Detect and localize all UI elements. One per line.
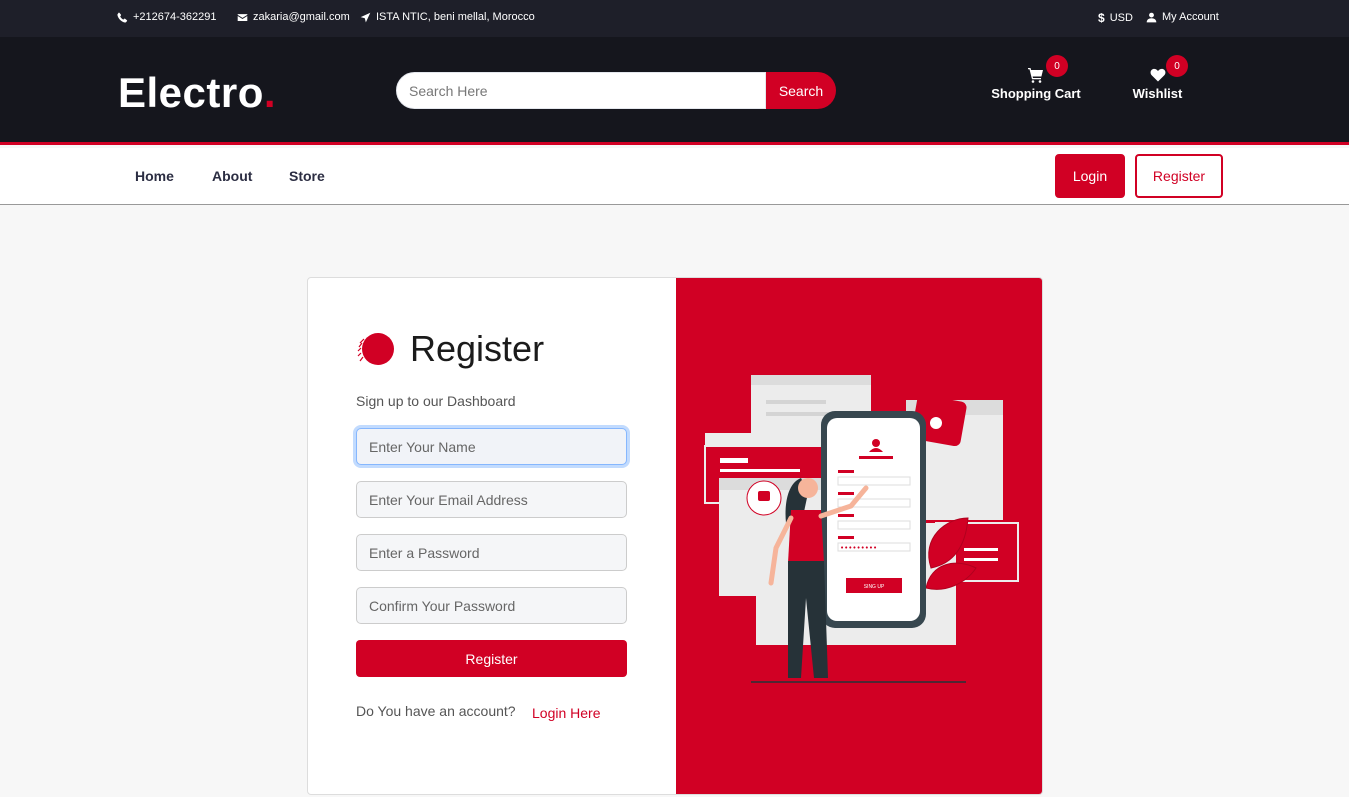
phone-field <box>837 520 911 530</box>
phone-label <box>838 514 854 517</box>
address-text: ISTA NTIC, beni mellal, Morocco <box>376 11 535 23</box>
person-head <box>798 478 818 498</box>
thumbs-up-icon <box>758 491 770 501</box>
cart-label: Shopping Cart <box>991 86 1081 101</box>
wishlist-link[interactable]: Wishlist 0 <box>1130 55 1188 101</box>
email-text: zakaria@gmail.com <box>253 11 350 23</box>
phone-icon <box>117 12 128 23</box>
confirm-password-field[interactable] <box>356 587 627 624</box>
dollar-icon: $ <box>1098 11 1105 25</box>
my-account-link[interactable]: My Account <box>1146 11 1219 23</box>
search-form: Search <box>396 72 836 109</box>
name-field[interactable] <box>356 428 627 465</box>
cart-icon <box>1028 68 1043 83</box>
phone-label <box>838 470 854 473</box>
currency-text: USD <box>1109 12 1133 24</box>
nav-item-store[interactable]: Store <box>289 168 325 184</box>
main-header: Electro. Search Shopping Cart 0 Wishlist… <box>0 37 1349 145</box>
wishlist-label: Wishlist <box>1132 86 1183 101</box>
user-icon <box>1146 12 1157 22</box>
logo-dot: . <box>263 69 277 116</box>
form-title: Register <box>410 328 545 369</box>
form-subtitle: Sign up to our Dashboard <box>356 393 516 409</box>
register-card: Register Sign up to our Dashboard Regist… <box>307 277 1043 795</box>
wishlist-count-badge: 0 <box>1166 55 1188 77</box>
phone-password-mask: ••••••••• <box>840 544 877 552</box>
bg-window-left-line <box>720 469 800 472</box>
signup-illustration: ••••••••• SING UP <box>704 375 1019 683</box>
search-button[interactable]: Search <box>766 72 836 109</box>
register-form: Register Sign up to our Dashboard Regist… <box>308 278 676 794</box>
bg-window-card-line <box>964 558 998 561</box>
bg-window-line <box>766 400 826 404</box>
main-nav: Home About Store Login Register <box>0 148 1349 205</box>
header-phone[interactable]: +212674-362291 <box>117 11 217 23</box>
login-here-link[interactable]: Login Here <box>532 705 601 721</box>
top-bar: +212674-362291 zakaria@gmail.com ISTA NT… <box>0 0 1349 37</box>
register-submit-button[interactable]: Register <box>356 640 627 677</box>
nav-register-button[interactable]: Register <box>1135 154 1223 198</box>
header-address[interactable]: ISTA NTIC, beni mellal, Morocco <box>360 11 535 23</box>
lock-keyhole <box>930 417 942 429</box>
logo-text: Electro <box>118 69 264 116</box>
bg-window-left-line <box>720 458 748 463</box>
bg-window-top-bar <box>751 375 871 385</box>
bg-window-card-line <box>964 548 998 551</box>
phone-field <box>837 476 911 486</box>
nav-item-about[interactable]: About <box>212 168 252 184</box>
brand-circle-icon <box>357 333 394 365</box>
site-logo[interactable]: Electro. <box>118 69 276 117</box>
nav-login-button[interactable]: Login <box>1055 154 1125 198</box>
phone-title-line <box>859 456 893 459</box>
nav-item-home[interactable]: Home <box>135 168 174 184</box>
currency-selector[interactable]: $ USD <box>1098 11 1133 25</box>
phone-label <box>838 536 854 539</box>
phone-text: +212674-362291 <box>133 11 217 23</box>
phone-label <box>838 492 854 495</box>
envelope-icon <box>237 13 248 21</box>
shopping-cart-link[interactable]: Shopping Cart 0 <box>990 55 1082 101</box>
heart-icon <box>1150 68 1165 82</box>
email-field[interactable] <box>356 481 627 518</box>
account-question: Do You have an account? <box>356 703 516 719</box>
form-header: Register <box>356 328 544 370</box>
header-email[interactable]: zakaria@gmail.com <box>237 11 350 23</box>
search-input[interactable] <box>396 72 766 109</box>
illustration-panel: ••••••••• SING UP <box>676 278 1042 794</box>
password-field[interactable] <box>356 534 627 571</box>
cart-count-badge: 0 <box>1046 55 1068 77</box>
account-text: My Account <box>1162 11 1219 23</box>
phone-signup-text: SING UP <box>864 584 885 590</box>
phone-avatar-icon <box>872 439 880 447</box>
location-arrow-icon <box>360 12 371 22</box>
